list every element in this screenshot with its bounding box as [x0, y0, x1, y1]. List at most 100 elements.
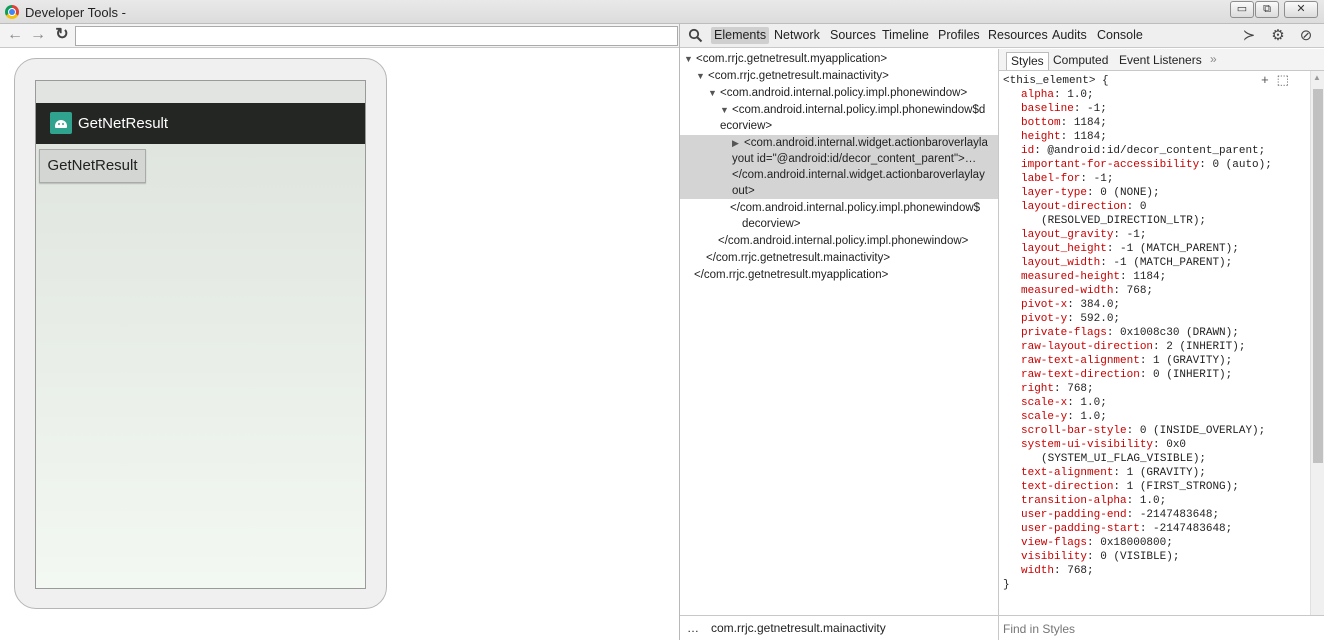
property-value[interactable]: -1 (MATCH_PARENT);: [1113, 257, 1232, 269]
tree-node[interactable]: ▼ <com.android.internal.policy.impl.phone…: [708, 85, 967, 101]
property-name[interactable]: user-padding-start: [1021, 523, 1140, 535]
scroll-thumb[interactable]: [1313, 89, 1323, 463]
tab-network[interactable]: Network: [771, 27, 823, 44]
expand-triangle-icon[interactable]: ▼: [684, 51, 696, 67]
property-name[interactable]: visibility: [1021, 551, 1087, 563]
property-value[interactable]: -2147483648;: [1140, 509, 1219, 521]
property-name[interactable]: pivot-y: [1021, 313, 1067, 325]
dock-icon[interactable]: ⊘: [1298, 28, 1314, 44]
style-property[interactable]: height: 1184;: [999, 130, 1309, 144]
tab-audits[interactable]: Audits: [1049, 27, 1090, 44]
tree-node-selected[interactable]: ▶ <com.android.internal.widget.actionbaro…: [732, 135, 988, 151]
property-name[interactable]: id: [1021, 145, 1034, 157]
property-value[interactable]: 0: [1140, 201, 1147, 213]
property-name[interactable]: measured-width: [1021, 285, 1113, 297]
style-property[interactable]: visibility: 0 (VISIBLE);: [999, 550, 1309, 564]
property-value[interactable]: 768;: [1067, 565, 1093, 577]
property-name[interactable]: scale-x: [1021, 397, 1067, 409]
new-rule-icon[interactable]: + ⬚: [1261, 74, 1289, 88]
property-value[interactable]: (SYSTEM_UI_FLAG_VISIBLE);: [1041, 453, 1206, 465]
style-property[interactable]: measured-height: 1184;: [999, 270, 1309, 284]
property-name[interactable]: scale-y: [1021, 411, 1067, 423]
property-value[interactable]: 0 (INSIDE_OVERLAY);: [1140, 425, 1265, 437]
property-value[interactable]: 1.0;: [1067, 89, 1093, 101]
property-name[interactable]: layout_gravity: [1021, 229, 1113, 241]
style-property[interactable]: layout_gravity: -1;: [999, 228, 1309, 242]
style-property[interactable]: raw-layout-direction: 2 (INHERIT);: [999, 340, 1309, 354]
expand-triangle-icon[interactable]: ▼: [696, 68, 708, 84]
style-property[interactable]: important-for-accessibility: 0 (auto);: [999, 158, 1309, 172]
tab-computed[interactable]: Computed: [1049, 52, 1112, 70]
style-property[interactable]: bottom: 1184;: [999, 116, 1309, 130]
reload-icon[interactable]: ↻: [53, 26, 71, 44]
tab-console[interactable]: Console: [1094, 27, 1146, 44]
property-name[interactable]: private-flags: [1021, 327, 1107, 339]
search-icon[interactable]: [688, 28, 703, 43]
property-name[interactable]: layout_height: [1021, 243, 1107, 255]
tab-sources[interactable]: Sources: [827, 27, 879, 44]
property-name[interactable]: raw-layout-direction: [1021, 341, 1153, 353]
style-property[interactable]: id: @android:id/decor_content_parent;: [999, 144, 1309, 158]
property-value[interactable]: 768;: [1127, 285, 1153, 297]
style-property[interactable]: private-flags: 0x1008c30 (DRAWN);: [999, 326, 1309, 340]
property-value[interactable]: 0 (INHERIT);: [1153, 369, 1232, 381]
property-value[interactable]: 1184;: [1133, 271, 1166, 283]
style-property[interactable]: measured-width: 768;: [999, 284, 1309, 298]
style-property[interactable]: user-padding-start: -2147483648;: [999, 522, 1309, 536]
style-property[interactable]: layout-direction: 0: [999, 200, 1309, 214]
expand-triangle-icon[interactable]: ▼: [708, 85, 720, 101]
tab-event-listeners[interactable]: Event Listeners: [1115, 52, 1206, 70]
scroll-up-icon[interactable]: ▲: [1313, 73, 1321, 82]
back-arrow-icon[interactable]: ←: [6, 26, 24, 44]
property-value[interactable]: 1 (GRAVITY);: [1153, 355, 1232, 367]
style-property[interactable]: pivot-y: 592.0;: [999, 312, 1309, 326]
property-name[interactable]: layout-direction: [1021, 201, 1127, 213]
property-value[interactable]: 0 (NONE);: [1100, 187, 1159, 199]
style-property[interactable]: (RESOLVED_DIRECTION_LTR);: [999, 214, 1309, 228]
collapsed-triangle-icon[interactable]: ▶: [732, 135, 744, 151]
property-value[interactable]: 0 (VISIBLE);: [1100, 551, 1179, 563]
style-property[interactable]: baseline: -1;: [999, 102, 1309, 116]
property-value[interactable]: 0x1008c30 (DRAWN);: [1120, 327, 1239, 339]
tab-resources[interactable]: Resources: [985, 27, 1051, 44]
property-value[interactable]: (RESOLVED_DIRECTION_LTR);: [1041, 215, 1206, 227]
property-name[interactable]: system-ui-visibility: [1021, 439, 1153, 451]
tree-node[interactable]: ▼ <com.android.internal.policy.impl.phone…: [720, 102, 985, 118]
property-value[interactable]: -1;: [1087, 103, 1107, 115]
styles-scrollbar[interactable]: ▲: [1310, 71, 1324, 615]
tab-timeline[interactable]: Timeline: [879, 27, 932, 44]
style-property[interactable]: scale-y: 1.0;: [999, 410, 1309, 424]
style-property[interactable]: right: 768;: [999, 382, 1309, 396]
expand-triangle-icon[interactable]: ▼: [720, 102, 732, 118]
property-value[interactable]: 1184;: [1074, 131, 1107, 143]
property-name[interactable]: layer-type: [1021, 187, 1087, 199]
console-drawer-icon[interactable]: ≻: [1241, 28, 1257, 44]
property-value[interactable]: -1 (MATCH_PARENT);: [1120, 243, 1239, 255]
style-property[interactable]: layout_width: -1 (MATCH_PARENT);: [999, 256, 1309, 270]
property-value[interactable]: 1 (FIRST_STRONG);: [1127, 481, 1239, 493]
style-property[interactable]: transition-alpha: 1.0;: [999, 494, 1309, 508]
url-input[interactable]: [75, 26, 678, 46]
property-name[interactable]: width: [1021, 565, 1054, 577]
breadcrumb-overflow[interactable]: …: [687, 621, 699, 635]
property-name[interactable]: transition-alpha: [1021, 495, 1127, 507]
property-value[interactable]: 1.0;: [1080, 411, 1106, 423]
tab-profiles[interactable]: Profiles: [935, 27, 983, 44]
property-name[interactable]: alpha: [1021, 89, 1054, 101]
property-value[interactable]: -1;: [1127, 229, 1147, 241]
style-property[interactable]: width: 768;: [999, 564, 1309, 578]
property-name[interactable]: text-direction: [1021, 481, 1113, 493]
property-value[interactable]: 0x0: [1166, 439, 1186, 451]
maximize-button[interactable]: ⧉: [1255, 1, 1279, 18]
property-name[interactable]: pivot-x: [1021, 299, 1067, 311]
property-value[interactable]: @android:id/decor_content_parent;: [1047, 145, 1265, 157]
style-property[interactable]: (SYSTEM_UI_FLAG_VISIBLE);: [999, 452, 1309, 466]
style-property[interactable]: user-padding-end: -2147483648;: [999, 508, 1309, 522]
close-window-button[interactable]: ✕: [1284, 1, 1318, 18]
property-value[interactable]: 1184;: [1074, 117, 1107, 129]
style-property[interactable]: view-flags: 0x18000800;: [999, 536, 1309, 550]
property-name[interactable]: height: [1021, 131, 1061, 143]
style-property[interactable]: scroll-bar-style: 0 (INSIDE_OVERLAY);: [999, 424, 1309, 438]
gear-icon[interactable]: ⚙: [1270, 28, 1286, 44]
style-property[interactable]: text-direction: 1 (FIRST_STRONG);: [999, 480, 1309, 494]
